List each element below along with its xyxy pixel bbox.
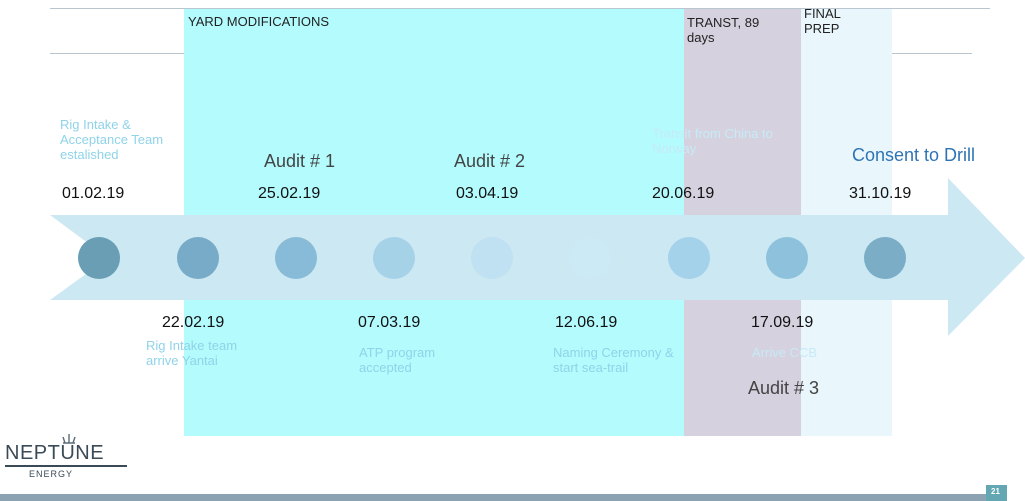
event-date-01-02-19: 01.02.19 <box>62 185 125 202</box>
event-date-03-04-19: 03.04.19 <box>456 185 519 202</box>
event-desc-arrive-ccb: Arrive CCB <box>752 345 818 360</box>
event-date-17-09-19: 17.09.19 <box>751 314 814 331</box>
logo-sub: ENERGY <box>29 469 74 479</box>
event-date-20-06-19: 20.06.19 <box>652 185 715 202</box>
event-date-07-03-19: 07.03.19 <box>358 314 421 331</box>
timeline-dot-8 <box>766 237 808 279</box>
timeline-dot-4 <box>373 237 415 279</box>
timeline-dot-3 <box>275 237 317 279</box>
timeline-dot-7 <box>668 237 710 279</box>
event-desc-naming-ceremony: Naming Ceremony & start sea-trail <box>553 345 674 375</box>
event-date-31-10-19: 31.10.19 <box>849 185 912 202</box>
event-desc-rig-intake: Rig Intake & Acceptance Team estalished <box>60 117 164 162</box>
page-number: 21 <box>991 487 1000 496</box>
timeline-dot-5 <box>471 237 513 279</box>
logo-name: NEPTUNE <box>5 442 105 464</box>
logo-underline <box>5 465 127 467</box>
neptune-energy-logo: NEPTUNE ENERGY <box>5 430 135 485</box>
timeline-dot-1 <box>78 237 120 279</box>
page-number-badge: 21 <box>986 485 1007 501</box>
footer-bar <box>0 494 986 501</box>
event-date-12-06-19: 12.06.19 <box>555 314 618 331</box>
audit-2-label: Audit # 2 <box>454 151 526 171</box>
timeline-dot-2 <box>177 237 219 279</box>
audit-3-label: Audit # 3 <box>748 378 820 398</box>
event-desc-atp-program: ATP program accepted <box>359 345 436 375</box>
event-desc-arrive-yantai: Rig Intake team arrive Yantai <box>146 338 238 368</box>
timeline-dot-6 <box>569 237 611 279</box>
consent-to-drill-label: Consent to Drill <box>852 145 976 165</box>
audit-1-label: Audit # 1 <box>264 151 336 171</box>
event-date-22-02-19: 22.02.19 <box>162 314 225 331</box>
event-date-25-02-19: 25.02.19 <box>258 185 321 202</box>
event-desc-transit: Transit from China to Norway <box>652 126 773 156</box>
timeline-dot-9 <box>864 237 906 279</box>
